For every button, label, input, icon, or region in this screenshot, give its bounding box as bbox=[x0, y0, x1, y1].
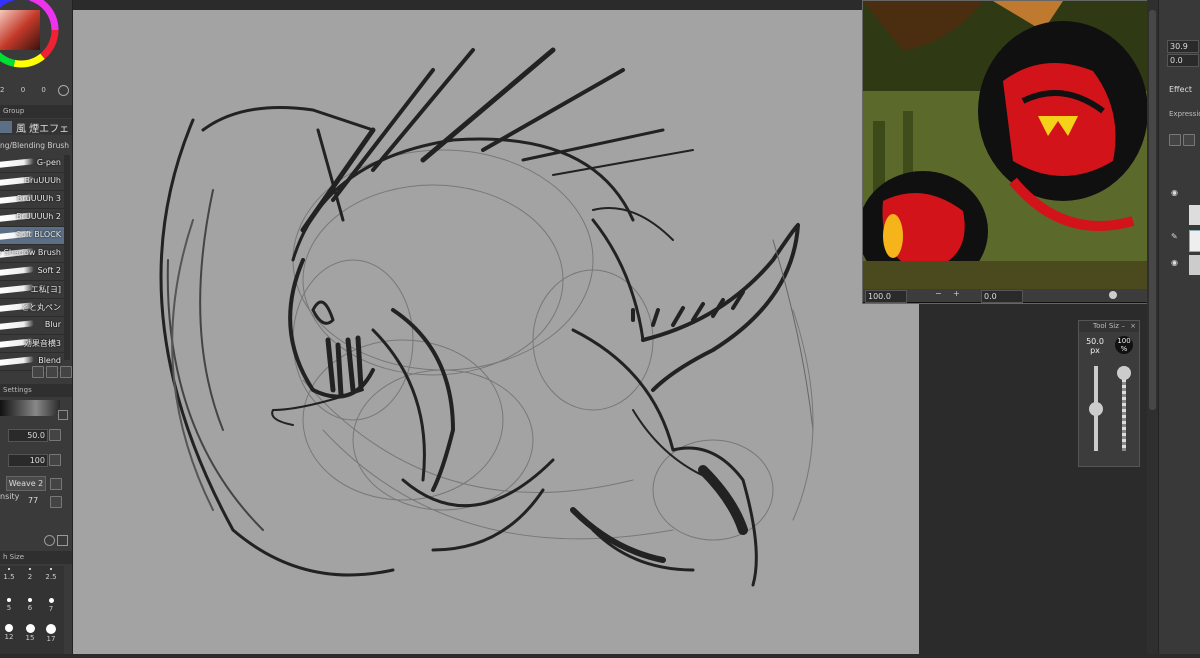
size-dropdown-icon[interactable] bbox=[49, 429, 61, 441]
delete-brush-icon[interactable] bbox=[60, 366, 72, 378]
color-value-s: 0 bbox=[20, 86, 26, 94]
rotation-field[interactable]: 0.0 bbox=[981, 290, 1023, 303]
copy-brush-icon[interactable] bbox=[46, 366, 58, 378]
brush-stroke-preview bbox=[0, 356, 34, 366]
eye-icon[interactable]: ◉ bbox=[1171, 258, 1178, 267]
brush-item[interactable]: se Shadow Brush bbox=[0, 245, 64, 263]
texture-select[interactable]: Weave 2 bbox=[6, 476, 46, 491]
size-slider[interactable] bbox=[1089, 366, 1103, 451]
eye-icon[interactable]: ◉ bbox=[1171, 188, 1178, 197]
tool-size-title: Tool Siz bbox=[1093, 322, 1119, 330]
brush-list: G-pen BruUUUh BruUUUh 3 BrUUUUh 2 Soft B… bbox=[0, 155, 64, 371]
creature-sketch bbox=[159, 47, 814, 587]
right-scrollbar[interactable] bbox=[1147, 0, 1158, 654]
brush-stroke-preview bbox=[0, 284, 34, 294]
brush-stroke-preview bbox=[0, 320, 34, 330]
layer-value-1[interactable]: 30.9 bbox=[1167, 40, 1199, 53]
brush-item[interactable]: 効果音横3 bbox=[0, 335, 64, 353]
layer-thumbnail[interactable] bbox=[1189, 205, 1200, 225]
opacity-slider-handle[interactable] bbox=[1117, 366, 1131, 380]
layer-value-2[interactable]: 0.0 bbox=[1167, 54, 1199, 67]
expression-label: Expression bbox=[1169, 110, 1200, 118]
brush-stroke-preview bbox=[0, 158, 34, 168]
navigator-preview[interactable] bbox=[858, 0, 1149, 304]
opacity-slider[interactable] bbox=[1117, 366, 1131, 451]
lock-icon[interactable] bbox=[58, 410, 68, 420]
brush-tab-label[interactable]: 風 煙エフェ bbox=[16, 120, 69, 135]
density-value: 77 bbox=[28, 496, 39, 505]
layer-thumbnail[interactable] bbox=[1189, 255, 1200, 275]
brush-item[interactable]: とと丸ペン bbox=[0, 299, 64, 317]
brush-item-selected[interactable]: Soft BLOCK bbox=[0, 227, 64, 245]
brush-category-label: ng/Blending Brush bbox=[0, 141, 70, 150]
brush-panel: 2 0 0 Group 風 煙エフェ ng/Blending Brush G-p… bbox=[0, 0, 73, 654]
tool-size-value: 50.0 bbox=[1086, 337, 1104, 346]
tool-opacity-value: 100 bbox=[1117, 337, 1131, 345]
size-presets: 1.5 2 2.5 5 6 7 12 15 17 bbox=[0, 566, 64, 654]
color-mode-icon[interactable] bbox=[58, 85, 69, 96]
tool-size-unit: px bbox=[1090, 346, 1100, 355]
brush-item[interactable]: BruUUUh bbox=[0, 173, 64, 191]
pen-icon[interactable]: ✎ bbox=[1171, 232, 1178, 241]
tool-settings-header: Settings bbox=[0, 384, 72, 397]
zoom-in-icon[interactable]: + bbox=[953, 289, 960, 298]
zoom-field[interactable]: 100.0 bbox=[865, 290, 907, 303]
brush-item[interactable]: エ私[ヨ] bbox=[0, 281, 64, 299]
zoom-out-icon[interactable]: − bbox=[935, 289, 942, 298]
color-value-h: 2 bbox=[0, 86, 5, 94]
wrench-icon[interactable] bbox=[57, 535, 68, 546]
brush-item[interactable]: BrUUUUh 2 bbox=[0, 209, 64, 227]
opacity-field[interactable]: 100 bbox=[8, 454, 48, 467]
drawing-canvas[interactable] bbox=[73, 10, 919, 654]
pressure-icon[interactable] bbox=[50, 496, 62, 508]
color-value-v: 0 bbox=[41, 86, 46, 94]
density-label: nsity bbox=[0, 492, 20, 501]
brush-list-scrollbar[interactable] bbox=[64, 155, 70, 360]
tool-opacity-unit: % bbox=[1120, 345, 1128, 353]
brush-item[interactable]: Soft 2 bbox=[0, 263, 64, 281]
opacity-dropdown-icon[interactable] bbox=[49, 454, 61, 466]
brush-stroke-preview bbox=[0, 266, 34, 276]
layer-panel: 30.9 0.0 Effect Expression ◉ ◉ ✎ bbox=[1158, 0, 1200, 654]
layer-op-icon[interactable] bbox=[1183, 134, 1195, 146]
navigator-toolbar: 100.0 − + 0.0 bbox=[863, 289, 1147, 303]
reference-image bbox=[858, 1, 1148, 291]
canvas-top-strip bbox=[73, 0, 863, 10]
effect-label: Effect bbox=[1169, 85, 1193, 94]
brush-tab-active[interactable] bbox=[0, 121, 12, 133]
layer-op-icon[interactable] bbox=[1169, 134, 1181, 146]
brush-preview-stroke bbox=[0, 400, 60, 416]
minimize-icon[interactable]: – bbox=[1122, 321, 1126, 332]
sub-tool-group-header: Group bbox=[0, 105, 72, 118]
brush-size-field[interactable]: 50.0 bbox=[8, 429, 48, 442]
layer-thumbnail-selected[interactable] bbox=[1189, 230, 1200, 252]
trash-icon[interactable] bbox=[50, 478, 62, 490]
reset-icon[interactable] bbox=[44, 535, 55, 546]
new-brush-icon[interactable] bbox=[32, 366, 44, 378]
brush-item[interactable]: G-pen bbox=[0, 155, 64, 173]
brush-item[interactable]: BruUUUh 3 bbox=[0, 191, 64, 209]
color-wheel[interactable] bbox=[0, 0, 66, 78]
tool-size-panel: Tool Siz – × 50.0 px 100 % bbox=[1078, 320, 1140, 467]
brush-size-header: h Size bbox=[0, 551, 72, 564]
size-slider-handle[interactable] bbox=[1089, 401, 1103, 416]
brush-item[interactable]: Blur bbox=[0, 317, 64, 335]
rotation-slider-handle[interactable] bbox=[1109, 291, 1117, 299]
close-icon[interactable]: × bbox=[1130, 321, 1136, 332]
